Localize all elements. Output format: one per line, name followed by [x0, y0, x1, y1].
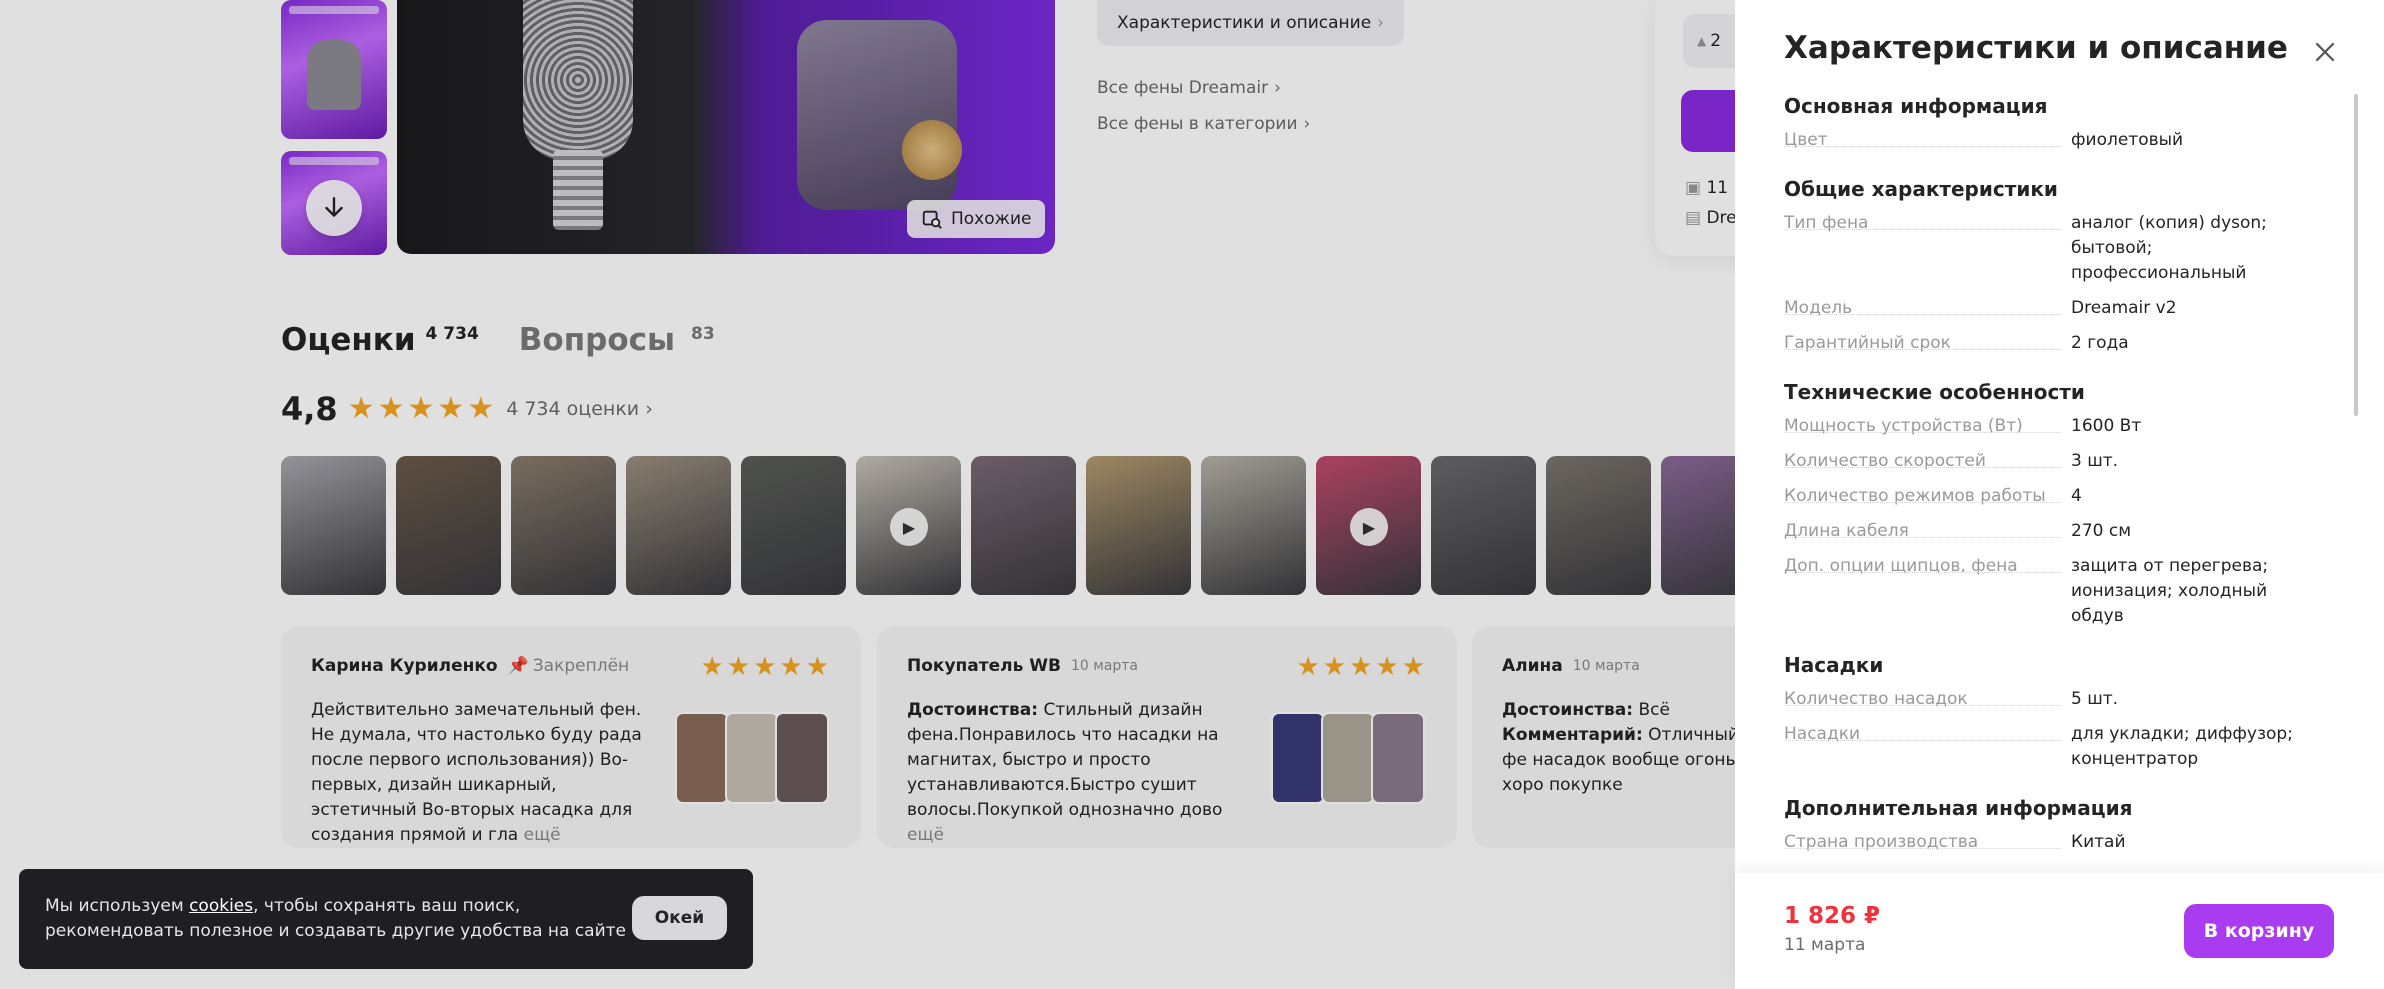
- cookie-ok-button[interactable]: Окей: [632, 896, 727, 940]
- characteristic-key: Цвет: [1784, 128, 2071, 153]
- characteristic-value: для укладки; диффузор; концентратор: [2071, 724, 2293, 769]
- characteristic-key-label: Цвет: [1784, 130, 1836, 150]
- characteristic-key: Количество режимов работы: [1784, 484, 2071, 509]
- delivery-date: 11 марта: [1784, 935, 1866, 955]
- characteristic-key-label: Мощность устройства (Вт): [1784, 416, 2031, 436]
- characteristic-key-label: Количество режимов работы: [1784, 486, 2054, 506]
- cookies-link[interactable]: cookies: [189, 896, 253, 916]
- characteristic-key: Количество насадок: [1784, 687, 2071, 712]
- cookie-text: Мы используем cookies, чтобы сохранять в…: [45, 894, 635, 944]
- characteristic-value: 270 см: [2071, 521, 2132, 541]
- characteristic-row: Мощность устройства (Вт) 1600 Вт: [1784, 414, 2324, 439]
- characteristic-key-label: Количество скоростей: [1784, 451, 1994, 471]
- characteristic-key: Доп. опции щипцов, фена: [1784, 554, 2071, 629]
- characteristic-value: аналог (копия) dyson; бытовой; профессио…: [2071, 213, 2267, 283]
- characteristic-value: Китай: [2071, 832, 2126, 852]
- characteristic-row: Тип фена аналог (копия) dyson; бытовой; п…: [1784, 211, 2324, 286]
- characteristic-row: Количество насадок 5 шт.: [1784, 687, 2324, 712]
- characteristic-key-label: Страна производства: [1784, 832, 1987, 852]
- characteristic-row: Модель Dreamair v2: [1784, 296, 2324, 321]
- cookie-text-before: Мы используем: [45, 896, 190, 916]
- characteristic-row: Длина кабеля 270 см: [1784, 519, 2324, 544]
- characteristic-row: Насадки для укладки; диффузор; концентрат…: [1784, 722, 2324, 772]
- panel-footer: 1 826 ₽ 11 марта В корзину: [1735, 873, 2384, 989]
- characteristic-value: фиолетовый: [2071, 130, 2184, 150]
- characteristic-key-label: Модель: [1784, 298, 1861, 318]
- section-title: Насадки: [1784, 653, 1884, 677]
- characteristic-key-label: Длина кабеля: [1784, 521, 1917, 541]
- price: 1 826 ₽: [1784, 903, 1881, 929]
- characteristics-list: Основная информация Цвет фиолетовый Общие х…: [1784, 94, 2324, 907]
- characteristic-row: Количество режимов работы 4: [1784, 484, 2324, 509]
- characteristic-value: 3 шт.: [2071, 451, 2119, 471]
- characteristic-key: Тип фена: [1784, 211, 2071, 286]
- close-panel-button[interactable]: [2309, 36, 2341, 68]
- section-title: Общие характеристики: [1784, 177, 2058, 201]
- characteristic-row: Гарантийный срок 2 года: [1784, 331, 2324, 356]
- characteristic-key: Длина кабеля: [1784, 519, 2071, 544]
- characteristic-value: Dreamair v2: [2071, 298, 2177, 318]
- characteristic-row: Цвет фиолетовый: [1784, 128, 2324, 153]
- characteristic-value: 2 года: [2071, 333, 2129, 353]
- characteristic-key-label: Насадки: [1784, 724, 1869, 744]
- characteristic-value: защита от перегрева; ионизация; холодный…: [2071, 556, 2269, 626]
- section-title: Технические особенности: [1784, 380, 2085, 404]
- characteristic-value: 4: [2071, 486, 2082, 506]
- panel-scrollbar[interactable]: [2354, 94, 2358, 416]
- add-to-cart-button[interactable]: В корзину: [2184, 904, 2334, 958]
- characteristic-key: Количество скоростей: [1784, 449, 2071, 474]
- characteristic-key: Страна производства: [1784, 830, 2071, 855]
- characteristic-key: Гарантийный срок: [1784, 331, 2071, 356]
- characteristic-key-label: Тип фена: [1784, 213, 1877, 233]
- cookie-banner: Мы используем cookies, чтобы сохранять в…: [19, 869, 753, 969]
- characteristic-row: Доп. опции щипцов, фена защита от перегре…: [1784, 554, 2324, 629]
- close-icon: [2315, 42, 2335, 62]
- characteristic-row: Страна производства Китай: [1784, 830, 2324, 855]
- panel-title: Характеристики и описание: [1784, 30, 2288, 66]
- characteristic-key-label: Доп. опции щипцов, фена: [1784, 556, 2026, 576]
- characteristic-value: 5 шт.: [2071, 689, 2119, 709]
- section-title: Основная информация: [1784, 94, 2048, 118]
- characteristic-row: Количество скоростей 3 шт.: [1784, 449, 2324, 474]
- characteristic-key-label: Количество насадок: [1784, 689, 1976, 709]
- characteristics-panel: Характеристики и описание Основная инфор…: [1735, 0, 2384, 989]
- characteristic-value: 1600 Вт: [2071, 416, 2142, 436]
- characteristic-key: Насадки: [1784, 722, 2071, 772]
- modal-backdrop[interactable]: [0, 0, 1735, 989]
- characteristic-key: Мощность устройства (Вт): [1784, 414, 2071, 439]
- section-title: Дополнительная информация: [1784, 796, 2133, 820]
- characteristic-key-label: Гарантийный срок: [1784, 333, 1959, 353]
- characteristic-key: Модель: [1784, 296, 2071, 321]
